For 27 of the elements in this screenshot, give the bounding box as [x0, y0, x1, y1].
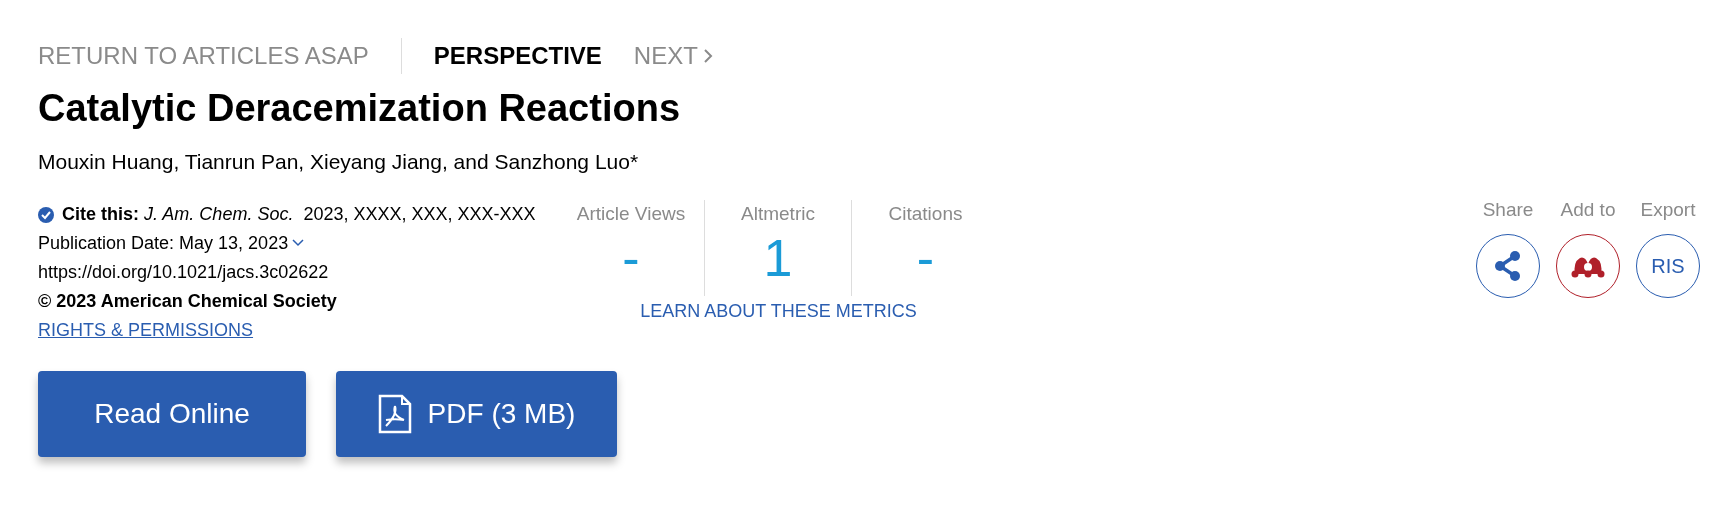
- article-type: PERSPECTIVE: [432, 41, 603, 71]
- doi-link[interactable]: https://doi.org/10.1021/jacs.3c02622: [38, 257, 558, 287]
- metric-value: 1: [763, 228, 793, 288]
- metric-label: Article Views: [576, 201, 686, 226]
- metric-value: -: [916, 228, 935, 288]
- metric-label: Citations: [888, 201, 963, 226]
- rights-permissions-link[interactable]: RIGHTS & PERMISSIONS: [38, 315, 254, 345]
- publication-date: Publication Date: May 13, 2023: [38, 231, 289, 255]
- chevron-right-icon: [701, 48, 714, 64]
- action-label: Share: [1482, 197, 1534, 222]
- share-icon: [1493, 250, 1523, 282]
- article-title: Catalytic Deracemization Reactions: [38, 86, 681, 131]
- chevron-down-icon: [292, 239, 305, 247]
- next-link[interactable]: NEXT: [633, 38, 714, 74]
- metric-label: Altmetric: [741, 201, 815, 226]
- metric-value: -: [622, 228, 640, 288]
- action-label: Export: [1640, 197, 1696, 222]
- pdf-file-icon: [377, 393, 412, 434]
- read-online-button[interactable]: Read Online: [38, 370, 306, 457]
- author-list: Mouxin Huang, Tianrun Pan, Xieyang Jiang, and Sanzhong Luo*: [38, 146, 1725, 178]
- verified-check-icon: [38, 206, 54, 223]
- copyright-text: © 2023 American Chemical Society: [38, 289, 338, 313]
- citation-text: Cite this: J. Am. Chem. Soc. 2023, XXXX, XXX, XXX-XXX: [62, 202, 537, 226]
- action-label: Add to: [1560, 197, 1616, 222]
- metrics-info-link[interactable]: LEARN ABOUT THESE METRICS: [640, 297, 917, 325]
- return-link[interactable]: RETURN TO ARTICLES ASAP: [38, 38, 402, 74]
- pdf-button[interactable]: PDF (3 MB): [336, 370, 617, 457]
